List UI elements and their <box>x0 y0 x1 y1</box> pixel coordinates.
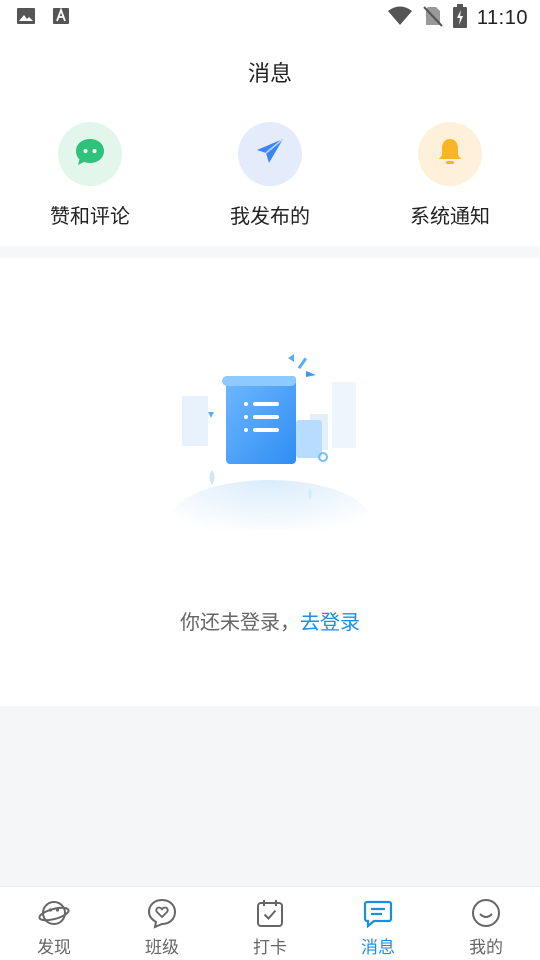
entry-label: 赞和评论 <box>50 204 130 228</box>
entry-likes-comments[interactable]: 赞和评论 <box>15 122 165 234</box>
section-divider <box>0 246 540 258</box>
wifi-icon <box>387 6 413 30</box>
entry-label: 我发布的 <box>230 204 310 228</box>
tab-class[interactable]: 班级 <box>108 887 216 960</box>
empty-state-message: 你还未登录，去登录 <box>0 606 540 635</box>
bottom-tab-bar: 发现 班级 打卡 消息 我的 <box>0 886 540 960</box>
tab-label: 我的 <box>469 938 503 958</box>
tab-label: 打卡 <box>253 938 287 958</box>
status-time: 11:10 <box>476 6 528 29</box>
page-title: 消息 <box>247 62 292 87</box>
header: 消息 <box>0 50 540 94</box>
status-bar: 11:10 <box>0 0 540 36</box>
status-left <box>16 7 70 29</box>
not-logged-in-text: 你还未登录， <box>180 610 300 634</box>
content-background <box>0 706 540 886</box>
tab-checkin[interactable]: 打卡 <box>216 887 324 960</box>
image-icon <box>16 7 36 29</box>
tab-label: 消息 <box>361 938 395 958</box>
paper-plane-icon <box>253 135 287 173</box>
tab-label: 班级 <box>145 938 179 958</box>
tab-discover[interactable]: 发现 <box>0 887 108 960</box>
tab-mine[interactable]: 我的 <box>432 887 540 960</box>
calendar-check-icon <box>254 897 286 929</box>
messages-page: 11:10 消息 赞和评论 我发布的 系统通知 你还未登录，去登录 发现 班级 … <box>0 0 540 960</box>
tab-label: 发现 <box>37 938 71 958</box>
no-sim-icon <box>423 5 443 31</box>
status-right: 11:10 <box>387 4 528 32</box>
entry-icon-bg <box>238 122 302 186</box>
entry-label: 系统通知 <box>410 204 490 228</box>
entry-icon-bg <box>418 122 482 186</box>
empty-state-illustration <box>160 340 380 560</box>
font-icon <box>52 7 70 29</box>
battery-charging-icon <box>452 4 467 32</box>
message-categories: 赞和评论 我发布的 系统通知 <box>0 122 540 234</box>
entry-my-posts[interactable]: 我发布的 <box>195 122 345 234</box>
planet-icon <box>38 897 70 929</box>
heart-chat-icon <box>146 897 178 929</box>
bell-icon <box>433 135 467 173</box>
message-icon <box>362 897 394 929</box>
smile-icon <box>470 897 502 929</box>
tab-messages[interactable]: 消息 <box>324 887 432 960</box>
entry-icon-bg <box>58 122 122 186</box>
login-link[interactable]: 去登录 <box>300 610 360 634</box>
entry-system-notifications[interactable]: 系统通知 <box>375 122 525 234</box>
chat-bubble-icon <box>73 135 107 173</box>
